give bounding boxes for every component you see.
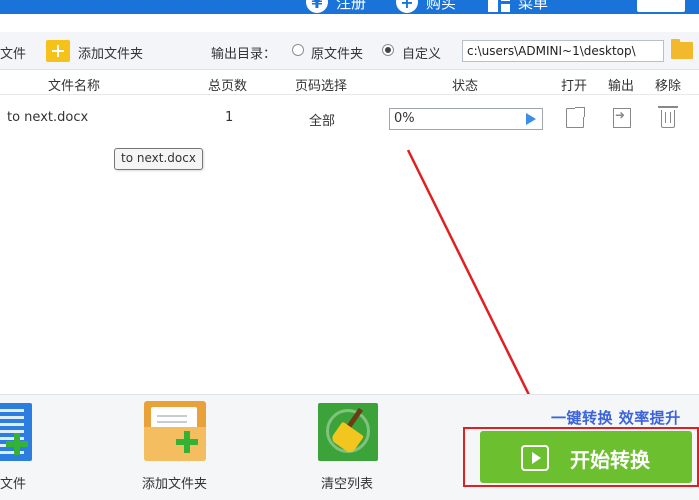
slogan-text: 一键转换 效率提升 <box>551 409 681 427</box>
add-folder-button[interactable]: 添加文件夹 <box>78 43 143 62</box>
header-total-pages: 总页数 <box>208 79 248 94</box>
add-file-doc-icon[interactable] <box>0 403 32 461</box>
output-path-field[interactable]: c:\users\ADMINI~1\desktop\ <box>462 40 664 62</box>
output-dir-label: 输出目录： <box>211 47 277 62</box>
total-pages-cell: 1 <box>225 110 234 125</box>
window-controls[interactable] <box>637 0 685 12</box>
option-custom-label[interactable]: 自定义 <box>402 43 441 62</box>
title-bar: ¥ 注册 + 购买 菜单 <box>0 0 699 14</box>
trash-icon[interactable] <box>658 106 678 128</box>
menu-grid-icon <box>488 0 510 12</box>
menu-label: 菜单 <box>518 0 549 12</box>
add-folder-plus-icon[interactable] <box>46 40 70 62</box>
toolbar: 文件 添加文件夹 输出目录： 原文件夹 自定义 c:\users\ADMINI~… <box>0 32 699 70</box>
buy-label: 购买 <box>426 0 457 12</box>
radio-original-folder[interactable] <box>292 44 304 56</box>
bottom-add-file-label[interactable]: 文件 <box>0 473 26 492</box>
progress-percent: 0% <box>394 111 415 126</box>
table-row[interactable]: to next.docx 1 全部 0% <box>0 96 699 140</box>
add-plus-icon <box>176 431 198 453</box>
play-icon[interactable] <box>526 113 536 125</box>
register-icon: ¥ <box>306 0 328 13</box>
browse-folder-icon[interactable] <box>671 39 693 59</box>
header-file-name: 文件名称 <box>48 79 101 94</box>
header-open: 打开 <box>561 79 588 94</box>
file-table-header: 文件名称 总页数 页码选择 状态 打开 输出 移除 <box>0 71 699 95</box>
header-page-select: 页码选择 <box>295 79 348 94</box>
register-label: 注册 <box>336 0 367 12</box>
output-folder-icon[interactable] <box>613 108 631 128</box>
header-status: 状态 <box>452 79 479 94</box>
status-progress-bar: 0% <box>389 108 543 130</box>
page-select-cell[interactable]: 全部 <box>309 110 335 129</box>
broom-icon[interactable] <box>318 403 378 461</box>
plus-circle-icon: + <box>396 0 418 13</box>
clear-list-label[interactable]: 清空列表 <box>321 473 373 492</box>
buy-button[interactable]: + 购买 <box>396 0 456 14</box>
start-convert-button[interactable]: 开始转换 <box>480 431 692 483</box>
start-convert-label: 开始转换 <box>570 448 650 472</box>
option-original-folder-label[interactable]: 原文件夹 <box>311 43 363 62</box>
header-remove: 移除 <box>655 79 682 94</box>
bottom-add-folder-label[interactable]: 添加文件夹 <box>142 473 207 492</box>
add-file-button[interactable]: 文件 <box>0 43 26 62</box>
file-name-cell: to next.docx <box>7 110 89 125</box>
add-folder-icon[interactable] <box>144 401 206 461</box>
play-icon <box>521 445 549 471</box>
file-name-tooltip: to next.docx <box>114 148 203 170</box>
radio-custom[interactable] <box>382 44 394 56</box>
menu-button[interactable]: 菜单 <box>488 0 548 14</box>
bottom-action-panel: 文件 添加文件夹 清空列表 一键转换 效率提升 开始转换 <box>0 394 699 500</box>
add-plus-icon <box>6 433 28 455</box>
register-button[interactable]: ¥ 注册 <box>306 0 366 14</box>
header-output: 输出 <box>608 79 635 94</box>
open-external-icon[interactable] <box>566 107 585 128</box>
